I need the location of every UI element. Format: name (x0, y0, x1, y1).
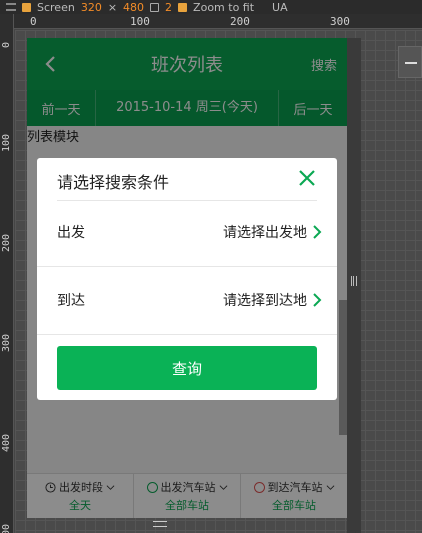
ruler-label: 300 (330, 15, 350, 28)
screen-checkbox[interactable] (22, 2, 31, 12)
device-toolbar: Screen 320 × 480 2 Zoom to fit UA (0, 0, 422, 14)
screen-label: Screen (37, 0, 75, 14)
divider (37, 266, 337, 267)
zoom-to-fit-checkbox[interactable] (178, 2, 188, 12)
ruler-label: 0 (30, 15, 37, 28)
device-pixel-ratio-input[interactable]: 2 (165, 1, 172, 14)
dialog-title: 请选择搜索条件 (57, 173, 170, 192)
ua-label: UA (272, 0, 288, 14)
times-sign: × (107, 0, 118, 14)
divider (57, 200, 317, 201)
ruler-label: 400 (1, 433, 12, 452)
depart-value: 请选择出发地 (223, 225, 307, 241)
zoom-to-fit-label: Zoom to fit (193, 0, 255, 14)
screen-width-input[interactable]: 320 (81, 1, 102, 14)
screen-height-input[interactable]: 480 (123, 1, 144, 14)
collapse-panel-button[interactable] (398, 46, 422, 78)
divider (37, 334, 337, 335)
minus-icon (405, 62, 417, 64)
arrive-row[interactable]: 到达 请选择到达地 (37, 274, 337, 326)
chevron-right-icon (313, 293, 322, 307)
ruler-label: 100 (1, 133, 12, 152)
depart-row[interactable]: 出发 请选择出发地 (37, 206, 337, 258)
chevron-right-icon (313, 225, 322, 239)
ruler-label: 300 (1, 333, 12, 352)
menu-icon[interactable] (6, 3, 16, 11)
arrive-value: 请选择到达地 (223, 293, 307, 309)
scrollbar[interactable] (339, 300, 347, 435)
query-button[interactable]: 查询 (57, 346, 317, 390)
grip-icon (351, 276, 357, 286)
ruler-label: 200 (1, 233, 12, 252)
horizontal-ruler: 0 100 200 300 (14, 14, 422, 29)
vertical-ruler: 0 100 200 300 400 500 (0, 14, 14, 533)
ruler-label: 200 (230, 15, 250, 28)
ruler-label: 100 (130, 15, 150, 28)
devtools-workspace: Screen 320 × 480 2 Zoom to fit UA 0 100 … (0, 0, 422, 533)
search-dialog: 请选择搜索条件 出发 请选择出发地 到达 请选择到达地 查询 (37, 158, 337, 400)
depart-label: 出发 (57, 225, 85, 241)
copy-icon (150, 2, 160, 12)
ruler-label: 0 (1, 41, 12, 48)
bottom-drag-handle[interactable] (153, 521, 167, 527)
close-icon[interactable] (297, 168, 317, 188)
arrive-label: 到达 (57, 293, 85, 309)
ruler-label: 500 (1, 523, 12, 533)
dialog-header: 请选择搜索条件 (37, 158, 337, 200)
